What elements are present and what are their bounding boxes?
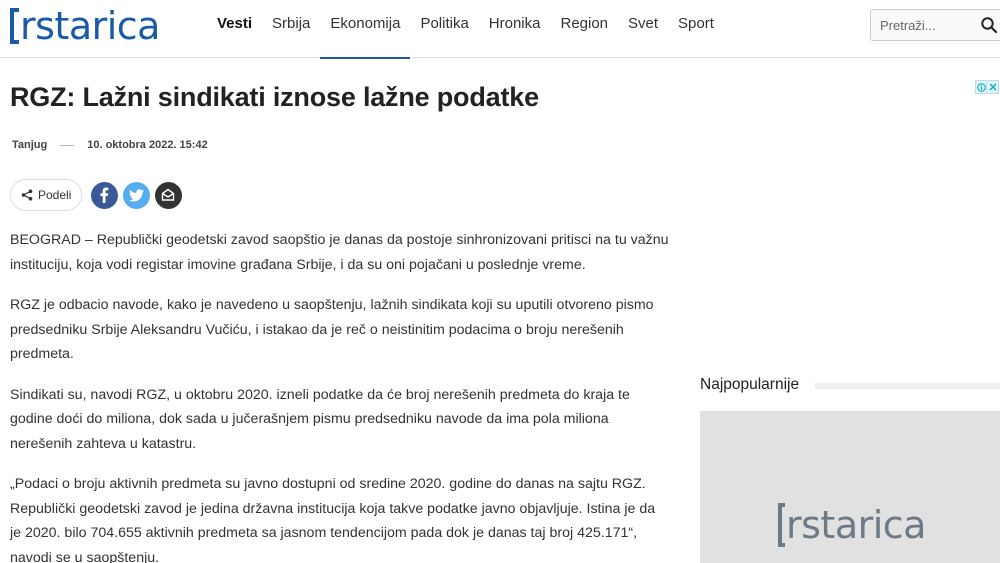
twitter-icon: [128, 188, 144, 201]
nav-item-vesti[interactable]: Vesti: [207, 0, 262, 58]
nav-label: Sport: [678, 15, 714, 32]
share-icon: [21, 189, 33, 201]
info-icon: [976, 82, 986, 92]
share-label: Podeli: [38, 188, 72, 202]
article-paragraph: RGZ je odbacio navode, kako je navedeno …: [10, 297, 654, 362]
ad-info-icon[interactable]: [975, 80, 987, 94]
close-icon: [989, 83, 996, 91]
nav-label: Vesti: [217, 15, 253, 32]
nav-label: Ekonomija: [330, 15, 401, 32]
section-divider-line: [815, 383, 1000, 389]
nav-label: Hronika: [488, 15, 541, 32]
ad-choices-badge[interactable]: [975, 80, 1000, 94]
article-date: 10. oktobra 2022. 15:42: [87, 139, 208, 151]
facebook-icon: [100, 187, 109, 203]
article-paragraph: BEOGRAD – Republički geodetski zavod sao…: [10, 232, 669, 273]
site-header: rstarica Vesti Srbija Ekonomija Politika…: [0, 0, 1000, 59]
popular-article-image[interactable]: rstarica: [700, 411, 1000, 563]
share-button[interactable]: Podeli: [10, 179, 83, 211]
article-title: RGZ: Lažni sindikati iznose lažne podatk…: [10, 82, 539, 112]
nav-item-hronika[interactable]: Hronika: [479, 0, 551, 58]
nav-label: Politika: [420, 15, 469, 32]
search-icon[interactable]: [980, 16, 998, 34]
mail-icon: [162, 188, 175, 201]
logo-bracket: [10, 8, 19, 44]
facebook-share-button[interactable]: [90, 181, 118, 209]
meta-divider: [60, 144, 75, 146]
nav-item-svet[interactable]: Svet: [618, 0, 668, 58]
article-meta: Tanjug 10. oktobra 2022. 15:42: [12, 139, 208, 151]
nav-item-ekonomija[interactable]: Ekonomija: [320, 0, 411, 59]
nav-label: Svet: [628, 15, 659, 32]
ad-close-icon[interactable]: [987, 80, 999, 94]
email-share-button[interactable]: [154, 181, 182, 209]
placeholder-logo: rstarica: [778, 503, 926, 547]
nav-item-politika[interactable]: Politika: [410, 0, 478, 58]
site-logo[interactable]: rstarica: [10, 4, 160, 48]
main-nav: Vesti Srbija Ekonomija Politika Hronika …: [207, 0, 724, 59]
popular-section-title: Najpopularnije: [700, 376, 814, 394]
nav-item-region[interactable]: Region: [550, 0, 618, 58]
search-input[interactable]: [871, 10, 971, 40]
share-row: Podeli: [10, 179, 184, 211]
nav-label: Region: [560, 15, 609, 32]
nav-item-sport[interactable]: Sport: [668, 0, 724, 58]
article-body: BEOGRAD – Republički geodetski zavod sao…: [10, 228, 670, 563]
nav-item-srbija[interactable]: Srbija: [262, 0, 320, 58]
article-source[interactable]: Tanjug: [12, 139, 47, 151]
article-paragraph: „Podaci o broju aktivnih predmeta su jav…: [10, 476, 656, 563]
logo-bracket: [778, 503, 785, 547]
nav-label: Srbija: [272, 15, 311, 32]
search-box: [870, 9, 1000, 41]
article-paragraph: Sindikati su, navodi RGZ, u oktobru 2020…: [10, 386, 630, 452]
placeholder-logo-text: rstarica: [786, 503, 926, 547]
twitter-share-button[interactable]: [122, 181, 150, 209]
logo-text: rstarica: [20, 4, 160, 48]
